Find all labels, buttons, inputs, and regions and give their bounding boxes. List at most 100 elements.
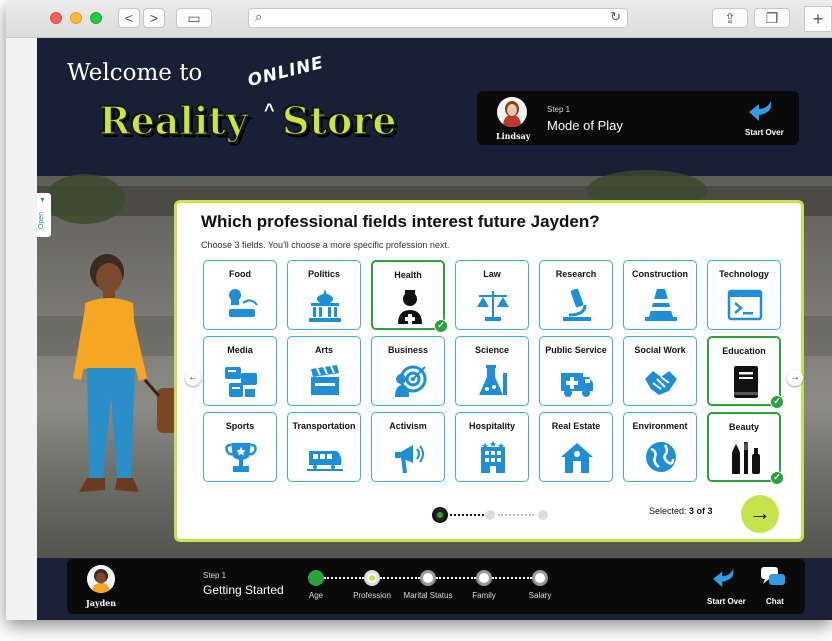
field-tile-environment[interactable]: Environment [623,412,697,482]
field-tile-label: Arts [314,345,333,355]
chat-icon[interactable] [760,566,786,588]
selected-check-icon: ✓ [770,395,784,409]
field-tile-construction[interactable]: Construction [623,260,697,330]
jayden-avatar[interactable] [87,565,115,593]
start-over-bottom-icon[interactable] [711,567,739,589]
next-page-arrow[interactable]: → [787,370,803,386]
field-tile-food[interactable]: Food [203,260,277,330]
step-connector [436,577,476,579]
chef-icon [223,287,259,323]
field-tile-label: Sports [225,421,255,431]
field-tile-label: Public Service [545,345,607,355]
hotel-icon [475,439,511,475]
field-tile-media[interactable]: Media [203,336,277,406]
tree [45,174,125,224]
field-tile-label: Hospitality [468,421,515,431]
house-icon [559,439,595,475]
train-icon [307,439,343,475]
field-tile-real-estate[interactable]: Real Estate [539,412,613,482]
step-node-salary[interactable] [532,570,548,586]
minimize-window-button[interactable] [70,12,82,24]
step-label: Salary [528,591,552,600]
start-over-bottom-label[interactable]: Start Over [707,597,746,606]
app-viewport: Welcome to ONLINE ^ Reality Store Lindsa… [37,38,832,620]
book-icon [728,364,764,400]
megaphone-icon [391,439,427,475]
question-title: Which professional fields interest futur… [201,212,600,231]
trophy-icon [223,439,259,475]
close-window-button[interactable] [50,12,62,24]
pager-dot-1[interactable] [432,507,448,523]
field-tile-label: Politics [307,269,340,279]
next-button[interactable]: → [741,495,779,533]
target-icon [391,363,427,399]
traffic-cone-icon [643,287,679,323]
lindsay-avatar[interactable] [497,97,527,127]
field-tile-business[interactable]: Business [371,336,445,406]
jayden-character [67,248,187,548]
step-node-family[interactable] [476,570,492,586]
lab-flask-icon [475,363,511,399]
field-tile-label: Science [474,345,510,355]
field-tile-hospitality[interactable]: Hospitality [455,412,529,482]
field-tile-label: Business [387,345,429,355]
sidebar-toggle-button[interactable]: ▭ [176,8,212,28]
field-tile-research[interactable]: Research [539,260,613,330]
field-tile-public-service[interactable]: Public Service [539,336,613,406]
field-tile-sports[interactable]: Sports [203,412,277,482]
field-tile-label: Research [555,269,597,279]
field-tile-beauty[interactable]: Beauty ✓ [707,412,784,485]
field-tile-arts[interactable]: Arts [287,336,361,406]
field-tile-transportation[interactable]: Transportation [287,412,361,482]
browser-toolbar: < > ▭ ⌕ ↻ ⇪ ❐ + [6,0,832,38]
step-connector [492,577,532,579]
field-tile-technology[interactable]: Technology [707,260,781,330]
open-panel-tab[interactable]: ▼ Open [37,193,51,237]
previous-page-arrow[interactable]: ← [185,370,201,386]
field-tile-politics[interactable]: Politics [287,260,361,330]
field-tile-science[interactable]: Science [455,336,529,406]
pager-dot-2[interactable] [485,510,495,520]
jayden-name: Jayden [86,598,117,608]
step-node-profession[interactable] [364,570,380,586]
handshake-icon [643,363,679,399]
field-tile-activism[interactable]: Activism [371,412,445,482]
field-tile-label: Activism [389,421,427,431]
microscope-icon [559,287,595,323]
field-tile-label: Media [227,345,253,355]
field-tile-label: Technology [719,269,769,279]
start-over-top-label[interactable]: Start Over [745,128,784,137]
step-node-marital-status[interactable] [420,570,436,586]
forward-button[interactable]: > [143,8,165,28]
field-tile-social-work[interactable]: Social Work [623,336,697,406]
zoom-window-button[interactable] [90,12,102,24]
mode-step-label: Step 1 [547,105,571,114]
back-button[interactable]: < [118,8,140,28]
tabs-overview-button[interactable]: ❐ [754,8,790,28]
lindsay-name: Lindsay [496,131,531,141]
field-tile-law[interactable]: Law [455,260,529,330]
logo-online-text: ONLINE [245,52,326,92]
address-bar[interactable]: ⌕ ↻ [248,8,628,28]
field-tile-health[interactable]: Health ✓ [371,260,448,333]
logo-reality-text: Reality [98,97,248,144]
reload-icon[interactable]: ↻ [610,9,621,25]
pager-dot-3[interactable] [538,510,548,520]
step-node-age[interactable] [308,570,324,586]
share-button[interactable]: ⇪ [712,8,748,28]
ambulance-icon [559,363,595,399]
terminal-icon [727,287,763,323]
field-tile-label: Transportation [292,421,356,431]
field-tile-label: Health [394,270,422,280]
new-tab-button[interactable]: + [804,6,832,32]
field-tile-education[interactable]: Education ✓ [707,336,784,409]
mode-panel: Lindsay Step 1 Mode of Play Start Over [477,91,799,145]
open-tab-label: Open [38,211,46,230]
chat-label[interactable]: Chat [766,597,784,606]
pager-connector [450,514,484,516]
scales-icon [475,287,511,323]
makeup-icon [728,440,764,476]
field-tile-label: Social Work [634,345,686,355]
globe-icon [643,439,679,475]
start-over-icon[interactable] [747,99,777,123]
